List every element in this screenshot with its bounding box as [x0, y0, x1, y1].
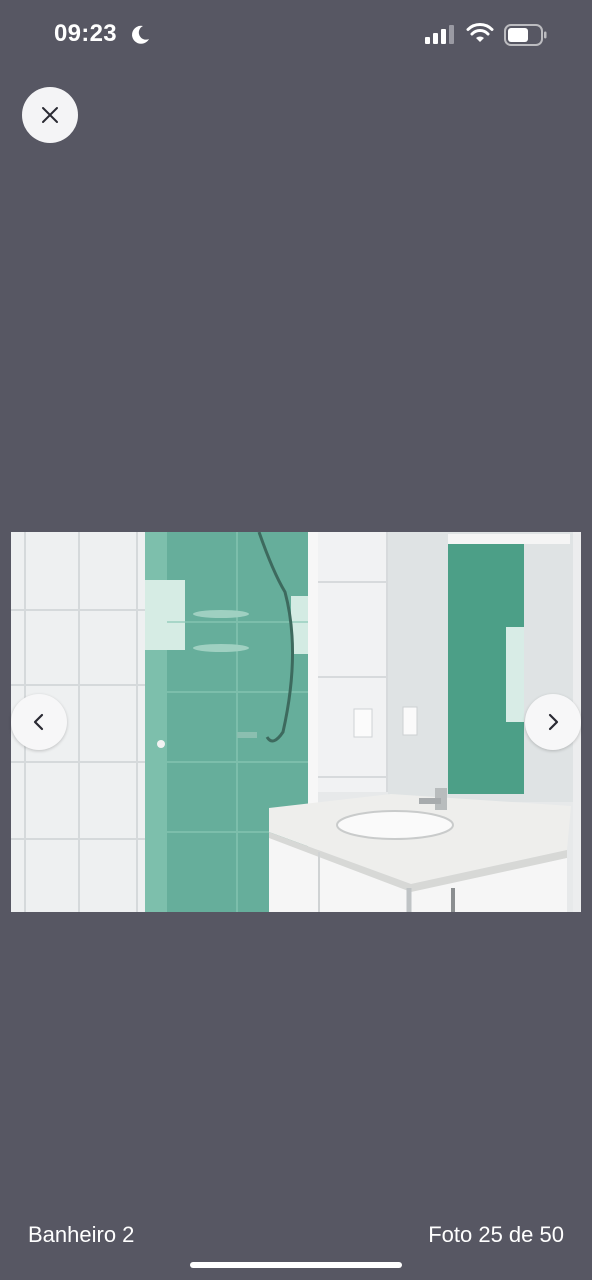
next-photo-button[interactable] — [525, 694, 581, 750]
status-time: 09:23 — [54, 20, 117, 47]
close-button[interactable] — [22, 87, 78, 143]
battery-icon — [504, 24, 547, 46]
home-indicator[interactable] — [190, 1262, 402, 1268]
cellular-signal-icon — [425, 25, 454, 44]
status-bar: 09:23 — [0, 0, 592, 70]
chevron-left-icon — [33, 713, 44, 731]
close-icon — [42, 107, 58, 123]
wifi-icon — [466, 23, 494, 42]
moon-icon — [132, 25, 149, 44]
gallery-photo[interactable] — [11, 532, 581, 912]
bathroom-photo-illustration — [11, 532, 581, 912]
chevron-right-icon — [548, 713, 559, 731]
photo-counter: Foto 25 de 50 — [428, 1222, 564, 1247]
photo-caption: Banheiro 2 — [28, 1222, 135, 1247]
previous-photo-button[interactable] — [11, 694, 67, 750]
